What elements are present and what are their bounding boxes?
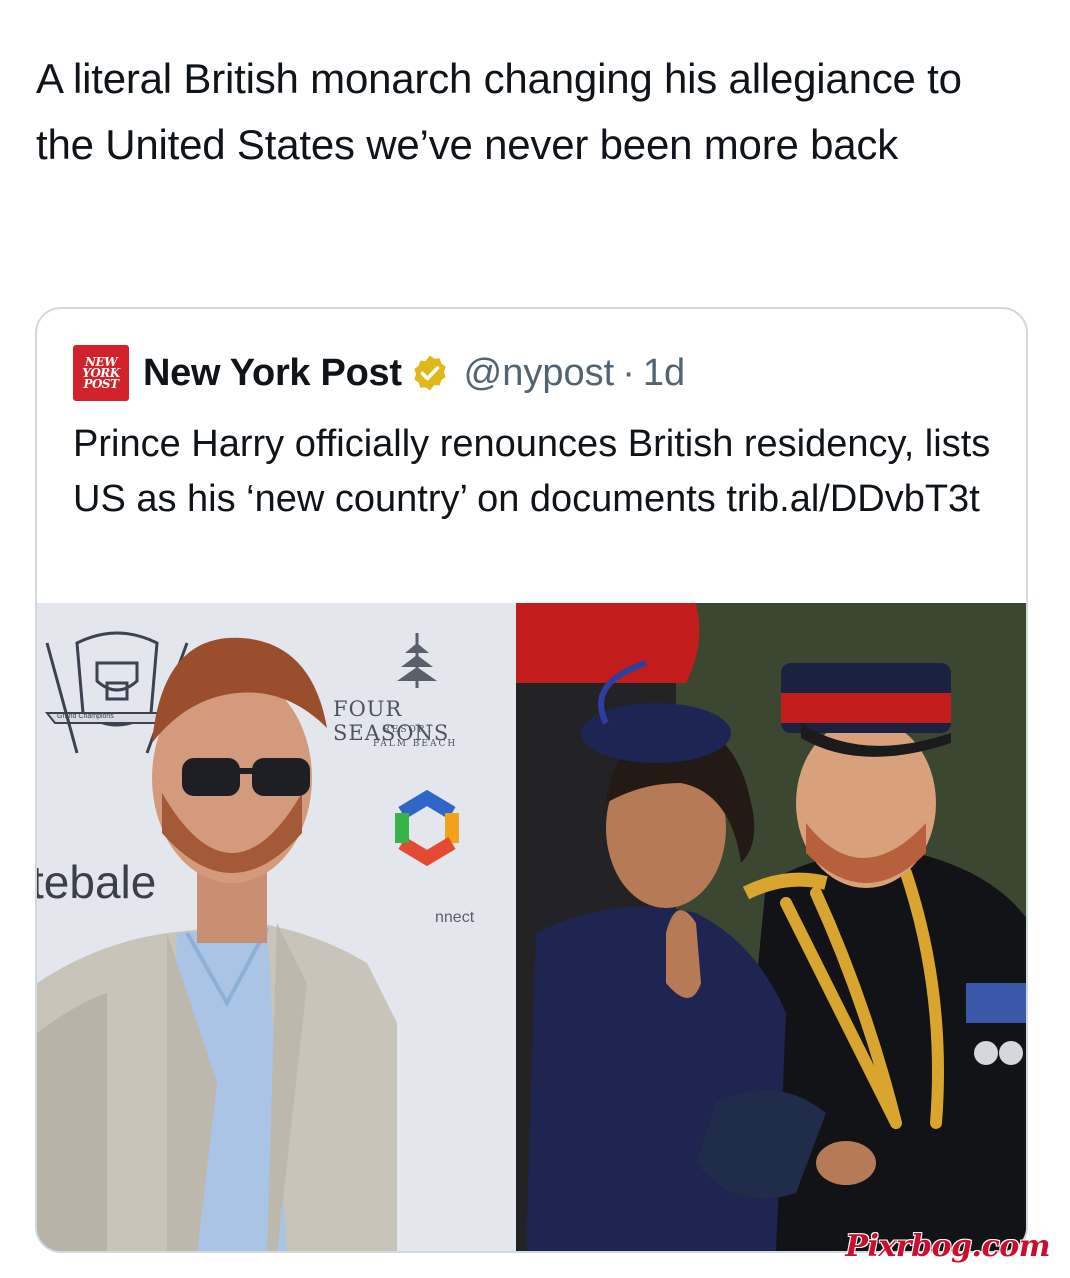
quoted-tweet-body: Prince Harry officially renounces Britis… xyxy=(73,423,991,520)
header-separator: · xyxy=(622,351,635,394)
crest-label: Grand Champions xyxy=(57,713,114,720)
quoted-tweet-header: NEW YORK POST New York Post @nypost · 1d xyxy=(73,343,685,403)
backdrop-resort: RESORT xyxy=(383,725,435,735)
backdrop-connect: nnect xyxy=(435,909,475,926)
quoted-tweet-media[interactable]: FOUR SEASONS RESORT PALM BEACH tebale nn… xyxy=(37,603,1026,1251)
backdrop-four-seasons: FOUR SEASONS xyxy=(333,697,450,745)
author-name[interactable]: New York Post xyxy=(143,352,402,395)
photo-couple-illustration xyxy=(516,603,1026,1251)
quoted-tweet-card[interactable]: NEW YORK POST New York Post @nypost · 1d… xyxy=(35,307,1028,1253)
author-handle[interactable]: @nypost xyxy=(464,352,615,395)
photo-harry-meghan-carriage[interactable] xyxy=(516,603,1026,1251)
screenshot-page: A literal British monarch changing his a… xyxy=(0,0,1070,1278)
backdrop-tebale: tebale xyxy=(37,856,157,908)
photo-harry-palm-beach[interactable]: FOUR SEASONS RESORT PALM BEACH tebale nn… xyxy=(37,603,516,1251)
new-york-post-logo[interactable]: NEW YORK POST xyxy=(73,345,129,401)
site-watermark: Pixrbog.com xyxy=(845,1229,1050,1264)
tweet-text: A literal British monarch changing his a… xyxy=(36,55,962,168)
backdrop-palm-beach: PALM BEACH xyxy=(373,739,458,749)
verified-badge-icon xyxy=(414,355,446,391)
timestamp[interactable]: 1d xyxy=(643,352,685,395)
